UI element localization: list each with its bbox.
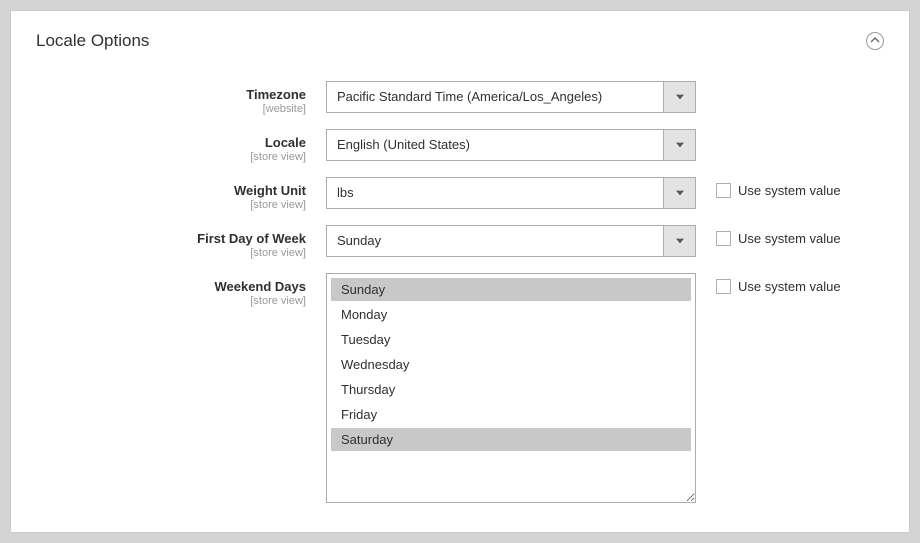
weekend-days-use-system-label: Use system value xyxy=(738,279,841,294)
locale-options-panel: Locale Options Timezone [website] Pacifi… xyxy=(10,10,910,533)
locale-label-col: Locale [store view] xyxy=(36,129,326,163)
first-day-row: First Day of Week [store view] Sunday Us… xyxy=(36,225,884,259)
locale-value: English (United States) xyxy=(327,130,663,160)
weight-unit-label: Weight Unit xyxy=(36,183,306,198)
weight-unit-select[interactable]: lbs xyxy=(326,177,696,209)
chevron-down-icon xyxy=(663,226,695,256)
weekend-day-option[interactable]: Tuesday xyxy=(331,328,691,351)
locale-row: Locale [store view] English (United Stat… xyxy=(36,129,884,163)
first-day-use-system-checkbox[interactable]: Use system value xyxy=(716,231,841,246)
first-day-label-col: First Day of Week [store view] xyxy=(36,225,326,259)
section-title: Locale Options xyxy=(36,31,149,51)
weekend-days-scope: [store view] xyxy=(36,295,306,307)
weekend-day-option[interactable]: Wednesday xyxy=(331,353,691,376)
collapse-icon[interactable] xyxy=(866,32,884,50)
weight-unit-label-col: Weight Unit [store view] xyxy=(36,177,326,211)
weight-unit-value: lbs xyxy=(327,178,663,208)
first-day-use-system-label: Use system value xyxy=(738,231,841,246)
weight-unit-use-system-label: Use system value xyxy=(738,183,841,198)
section-header: Locale Options xyxy=(36,31,884,51)
checkbox-icon xyxy=(716,183,731,198)
timezone-select[interactable]: Pacific Standard Time (America/Los_Angel… xyxy=(326,81,696,113)
first-day-value: Sunday xyxy=(327,226,663,256)
weekend-day-option[interactable]: Saturday xyxy=(331,428,691,451)
weight-unit-scope: [store view] xyxy=(36,199,306,211)
weekend-day-option[interactable]: Sunday xyxy=(331,278,691,301)
chevron-down-icon xyxy=(663,130,695,160)
weekend-days-multiselect[interactable]: SundayMondayTuesdayWednesdayThursdayFrid… xyxy=(326,273,696,503)
weight-unit-row: Weight Unit [store view] lbs Use system … xyxy=(36,177,884,211)
first-day-label: First Day of Week xyxy=(36,231,306,246)
locale-scope: [store view] xyxy=(36,151,306,163)
weekend-days-use-system-checkbox[interactable]: Use system value xyxy=(716,279,841,294)
timezone-scope: [website] xyxy=(36,103,306,115)
locale-label: Locale xyxy=(36,135,306,150)
timezone-row: Timezone [website] Pacific Standard Time… xyxy=(36,81,884,115)
weight-unit-use-system-checkbox[interactable]: Use system value xyxy=(716,183,841,198)
weekend-days-label: Weekend Days xyxy=(36,279,306,294)
weekend-day-option[interactable]: Friday xyxy=(331,403,691,426)
timezone-value: Pacific Standard Time (America/Los_Angel… xyxy=(327,82,663,112)
weekend-days-row: Weekend Days [store view] SundayMondayTu… xyxy=(36,273,884,503)
first-day-select[interactable]: Sunday xyxy=(326,225,696,257)
chevron-down-icon xyxy=(663,178,695,208)
timezone-label-col: Timezone [website] xyxy=(36,81,326,115)
checkbox-icon xyxy=(716,279,731,294)
chevron-down-icon xyxy=(663,82,695,112)
weekend-days-label-col: Weekend Days [store view] xyxy=(36,273,326,307)
weekend-day-option[interactable]: Monday xyxy=(331,303,691,326)
locale-select[interactable]: English (United States) xyxy=(326,129,696,161)
first-day-scope: [store view] xyxy=(36,247,306,259)
checkbox-icon xyxy=(716,231,731,246)
timezone-label: Timezone xyxy=(36,87,306,102)
weekend-day-option[interactable]: Thursday xyxy=(331,378,691,401)
